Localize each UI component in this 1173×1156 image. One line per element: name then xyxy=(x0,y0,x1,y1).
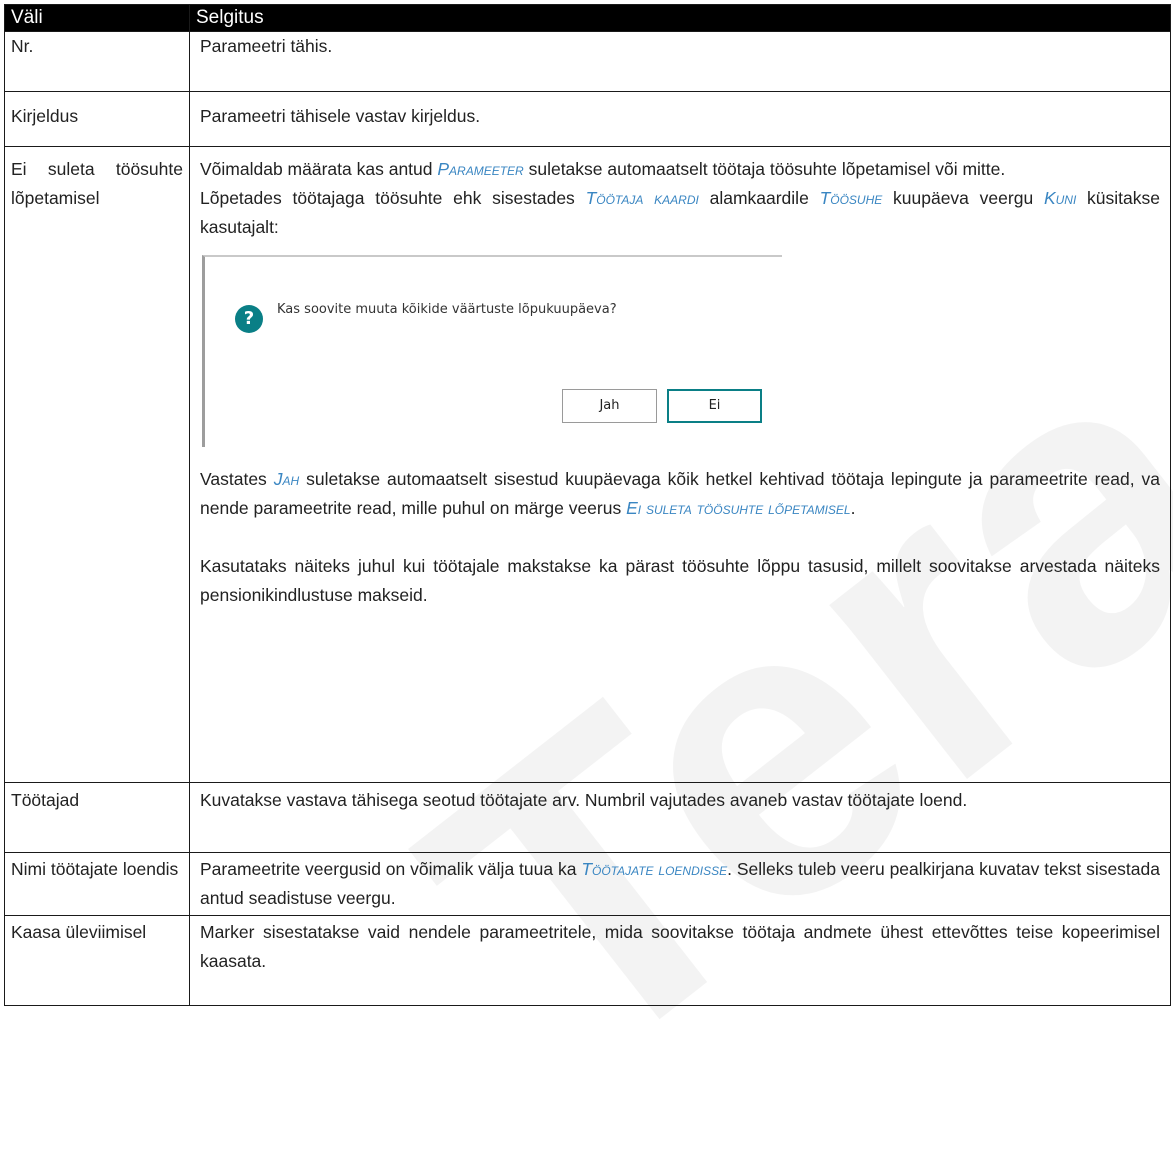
header-field: Väli xyxy=(4,4,190,32)
field-description: Parameetri tähisele vastav kirjeldus. xyxy=(189,91,1171,147)
field-name: Kirjeldus xyxy=(4,91,190,147)
field-description: Kuvatakse vastava tähisega seotud töötaj… xyxy=(189,782,1171,853)
paragraph: Kasutataks näiteks juhul kui töötajale m… xyxy=(200,556,1160,605)
link-toosuhe[interactable]: Töösuhe xyxy=(820,188,883,208)
no-button[interactable]: Ei xyxy=(667,389,762,423)
table-row: Ei suleta töösuhte lõpetamisel Võimaldab… xyxy=(4,146,1171,783)
yes-button[interactable]: Jah xyxy=(562,389,657,423)
confirm-dialog-screenshot: ? Kas soovite muuta kõikide väärtuste lõ… xyxy=(202,255,782,447)
table-row: Nimi töötajate loendis Parameetrite veer… xyxy=(4,852,1171,916)
paragraph: Võimaldab määrata kas antud Parameeter s… xyxy=(200,159,1006,179)
field-name: Ei suleta töösuhte lõpetamisel xyxy=(4,146,190,783)
paragraph: Vastates Jah suletakse automaatselt sise… xyxy=(200,469,1160,518)
dialog-question: Kas soovite muuta kõikide väärtuste lõpu… xyxy=(277,302,617,317)
link-ei-suleta[interactable]: Ei suleta töösuhte lõpetamisel xyxy=(626,498,851,518)
link-jah[interactable]: Jah xyxy=(274,469,299,489)
field-description: Parameetri tähis. xyxy=(189,31,1171,92)
field-name: Nr. xyxy=(4,31,190,92)
field-description: Parameetrite veergusid on võimalik välja… xyxy=(189,852,1171,916)
header-description: Selgitus xyxy=(189,4,1171,32)
field-name: Kaasa üleviimisel xyxy=(4,915,190,1006)
link-kuni[interactable]: Kuni xyxy=(1044,188,1076,208)
field-description: Marker sisestatakse vaid nendele paramee… xyxy=(189,915,1171,1006)
table-row: Nr. Parameetri tähis. xyxy=(4,31,1171,92)
field-description-table: Väli Selgitus Nr. Parameetri tähis. Kirj… xyxy=(4,4,1171,1006)
link-tootajate-loendisse[interactable]: Töötajate loendisse xyxy=(581,859,727,879)
table-row: Töötajad Kuvatakse vastava tähisega seot… xyxy=(4,782,1171,853)
table-row: Kirjeldus Parameetri tähisele vastav kir… xyxy=(4,91,1171,147)
field-name-text: Ei suleta töösuhte lõpetamisel xyxy=(11,159,183,208)
field-name: Nimi töötajate loendis xyxy=(4,852,190,916)
paragraph: Lõpetades töötajaga töösuhte ehk sisesta… xyxy=(200,188,1161,237)
table-row: Kaasa üleviimisel Marker sisestatakse va… xyxy=(4,915,1171,1006)
field-name: Töötajad xyxy=(4,782,190,853)
question-icon: ? xyxy=(235,305,263,333)
table-header-row: Väli Selgitus xyxy=(4,4,1171,32)
field-description: Võimaldab määrata kas antud Parameeter s… xyxy=(189,146,1171,783)
link-parameeter[interactable]: Parameeter xyxy=(437,159,523,179)
link-tootaja-kaardi[interactable]: Töötaja kaardi xyxy=(586,188,699,208)
